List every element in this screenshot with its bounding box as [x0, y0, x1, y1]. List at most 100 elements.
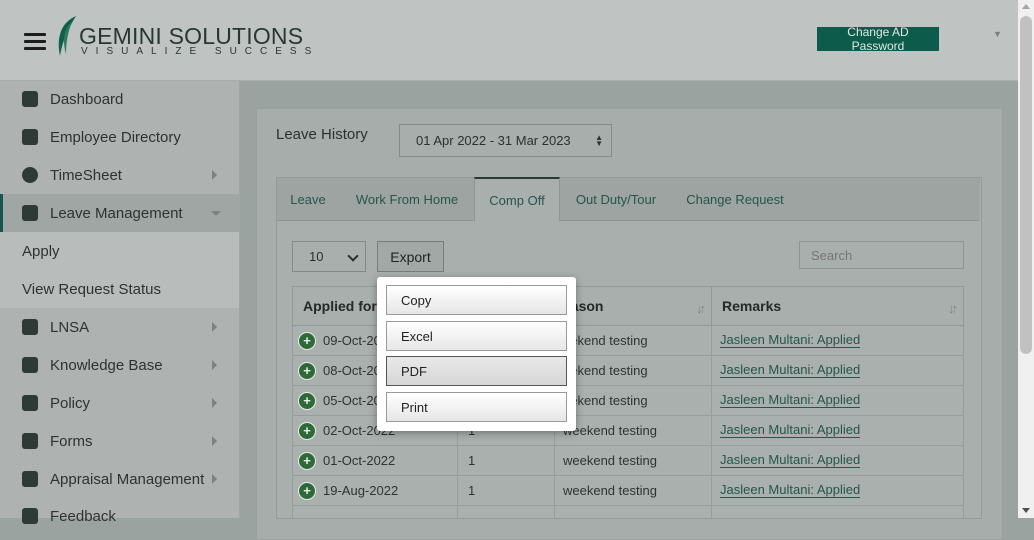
expand-row-icon[interactable]: + — [298, 361, 316, 380]
remarks-cell: Jasleen Multani: Applied — [711, 446, 964, 476]
reason-cell — [554, 506, 712, 518]
sidebar-subitem-apply[interactable]: Apply — [0, 232, 239, 270]
remarks-link[interactable]: Jasleen Multani: Applied — [720, 363, 861, 378]
scroll-down-arrow-icon[interactable] — [1022, 508, 1030, 513]
export-pdf-button[interactable]: PDF — [386, 356, 567, 386]
sidebar-item-label: Forms — [50, 432, 93, 450]
export-excel-button[interactable]: Excel — [386, 321, 567, 351]
days-value: 1 — [468, 483, 476, 498]
reason-cell: weekend testing — [554, 476, 712, 506]
page-size-select[interactable]: 10 — [292, 241, 366, 272]
applied-for-value: 05-Oct-20 — [323, 393, 381, 408]
folder-icon — [22, 357, 38, 373]
sidebar-item-leave-management[interactable]: Leave Management — [0, 194, 239, 232]
tab-work-from-home[interactable]: Work From Home — [344, 178, 470, 220]
user-menu-caret-icon[interactable]: ▼ — [993, 29, 1002, 39]
logo-tagline: VISUALIZE SUCCESS — [81, 46, 320, 57]
column-header-label: Applied for — [303, 298, 377, 314]
feedback-icon — [22, 508, 38, 524]
chevron-right-icon — [212, 436, 217, 446]
sort-icon: ↓↑ — [696, 301, 706, 316]
scroll-up-arrow-icon[interactable] — [1022, 4, 1030, 9]
scrollbar-thumb[interactable] — [1020, 16, 1032, 354]
chevron-down-icon — [211, 211, 221, 216]
reason-cell: weekend testing — [554, 446, 712, 476]
days-value: 1 — [468, 453, 476, 468]
sidebar-item-forms[interactable]: Forms — [0, 422, 239, 460]
remarks-cell — [711, 506, 964, 518]
remarks-link[interactable]: Jasleen Multani: Applied — [720, 423, 861, 438]
remarks-cell: Jasleen Multani: Applied — [711, 416, 964, 446]
chevron-down-icon — [347, 250, 359, 262]
remarks-link[interactable]: Jasleen Multani: Applied — [720, 393, 861, 408]
sidebar-item-label: Appraisal Management — [50, 470, 205, 488]
sidebar-item-label: Leave Management — [50, 204, 183, 222]
sidebar-item-timesheet[interactable]: TimeSheet — [0, 156, 239, 194]
reason-cell: eekend testing — [554, 386, 712, 416]
file-icon — [22, 395, 38, 411]
remarks-link[interactable]: Jasleen Multani: Applied — [720, 333, 861, 348]
reason-cell: eekend testing — [554, 326, 712, 356]
sidebar-item-label: Dashboard — [50, 90, 124, 108]
search-input[interactable] — [799, 241, 964, 269]
sidebar-item-lnsa[interactable]: LNSA — [0, 308, 239, 346]
export-print-button[interactable]: Print — [386, 392, 567, 422]
table-row — [292, 506, 964, 518]
remarks-cell: Jasleen Multani: Applied — [711, 356, 964, 386]
expand-row-icon[interactable]: + — [298, 451, 316, 470]
tab-change-request[interactable]: Change Request — [677, 178, 793, 220]
sidebar-item-label: Feedback — [50, 508, 116, 525]
contact-card-icon — [22, 129, 38, 145]
tab-comp-off[interactable]: Comp Off — [474, 177, 560, 221]
sidebar-item-label: Apply — [22, 242, 60, 260]
form-icon — [22, 433, 38, 449]
expand-row-icon[interactable]: + — [298, 331, 316, 350]
remarks-link[interactable]: Jasleen Multani: Applied — [720, 483, 861, 498]
table-row: +19-Aug-2022 1 weekend testing Jasleen M… — [292, 476, 964, 506]
applied-for-value: 01-Oct-2022 — [323, 453, 396, 468]
sidebar-item-dashboard[interactable]: Dashboard — [0, 80, 239, 118]
sidebar-subitem-view-request-status[interactable]: View Request Status — [0, 270, 239, 308]
applied-for-cell — [292, 506, 458, 518]
financial-year-select[interactable]: 01 Apr 2022 - 31 Mar 2023 ▲ ▼ — [399, 124, 612, 157]
remarks-link[interactable]: Jasleen Multani: Applied — [720, 453, 861, 468]
sidebar-item-label: TimeSheet — [50, 166, 122, 184]
days-cell — [457, 506, 555, 518]
applied-for-value: 08-Oct-20 — [323, 363, 381, 378]
expand-row-icon[interactable]: + — [298, 421, 316, 440]
hamburger-icon[interactable] — [24, 33, 46, 51]
sidebar-item-knowledge-base[interactable]: Knowledge Base — [0, 346, 239, 384]
reason-value: weekend testing — [563, 453, 657, 468]
sidebar-item-label: Employee Directory — [50, 128, 181, 146]
days-cell: 1 — [457, 446, 555, 476]
tab-out-duty-tour[interactable]: Out Duty/Tour — [564, 178, 668, 220]
remarks-cell: Jasleen Multani: Applied — [711, 476, 964, 506]
chevron-right-icon — [212, 322, 217, 332]
change-ad-password-button[interactable]: Change AD Password — [817, 25, 939, 53]
column-header-reason[interactable]: eason ↓↑ — [554, 286, 712, 326]
sidebar-item-label: View Request Status — [22, 280, 161, 298]
expand-row-icon[interactable]: + — [298, 481, 316, 500]
sidebar-item-policy[interactable]: Policy — [0, 384, 239, 422]
graduation-cap-icon — [22, 471, 38, 487]
reason-cell: weekend testing — [554, 416, 712, 446]
chevron-right-icon — [212, 170, 217, 180]
column-header-remarks[interactable]: Remarks ↓↑ — [711, 286, 964, 326]
chevron-right-icon — [212, 360, 217, 370]
sidebar-item-feedback[interactable]: Feedback — [0, 498, 239, 528]
table-row: +01-Oct-2022 1 weekend testing Jasleen M… — [292, 446, 964, 476]
chevron-right-icon — [212, 474, 217, 484]
clock-icon — [22, 167, 38, 183]
export-copy-button[interactable]: Copy — [386, 285, 567, 315]
sidebar-item-employee-directory[interactable]: Employee Directory — [0, 118, 239, 156]
days-cell: 1 — [457, 476, 555, 506]
dashboard-icon — [22, 91, 38, 107]
remarks-cell: Jasleen Multani: Applied — [711, 386, 964, 416]
expand-row-icon[interactable]: + — [298, 391, 316, 410]
remarks-cell: Jasleen Multani: Applied — [711, 326, 964, 356]
export-button[interactable]: Export — [377, 241, 444, 272]
applied-for-value: 19-Aug-2022 — [323, 483, 399, 498]
tab-leave[interactable]: Leave — [277, 178, 339, 220]
sidebar-item-label: LNSA — [50, 318, 90, 336]
sidebar-item-appraisal-management[interactable]: Appraisal Management — [0, 460, 239, 498]
